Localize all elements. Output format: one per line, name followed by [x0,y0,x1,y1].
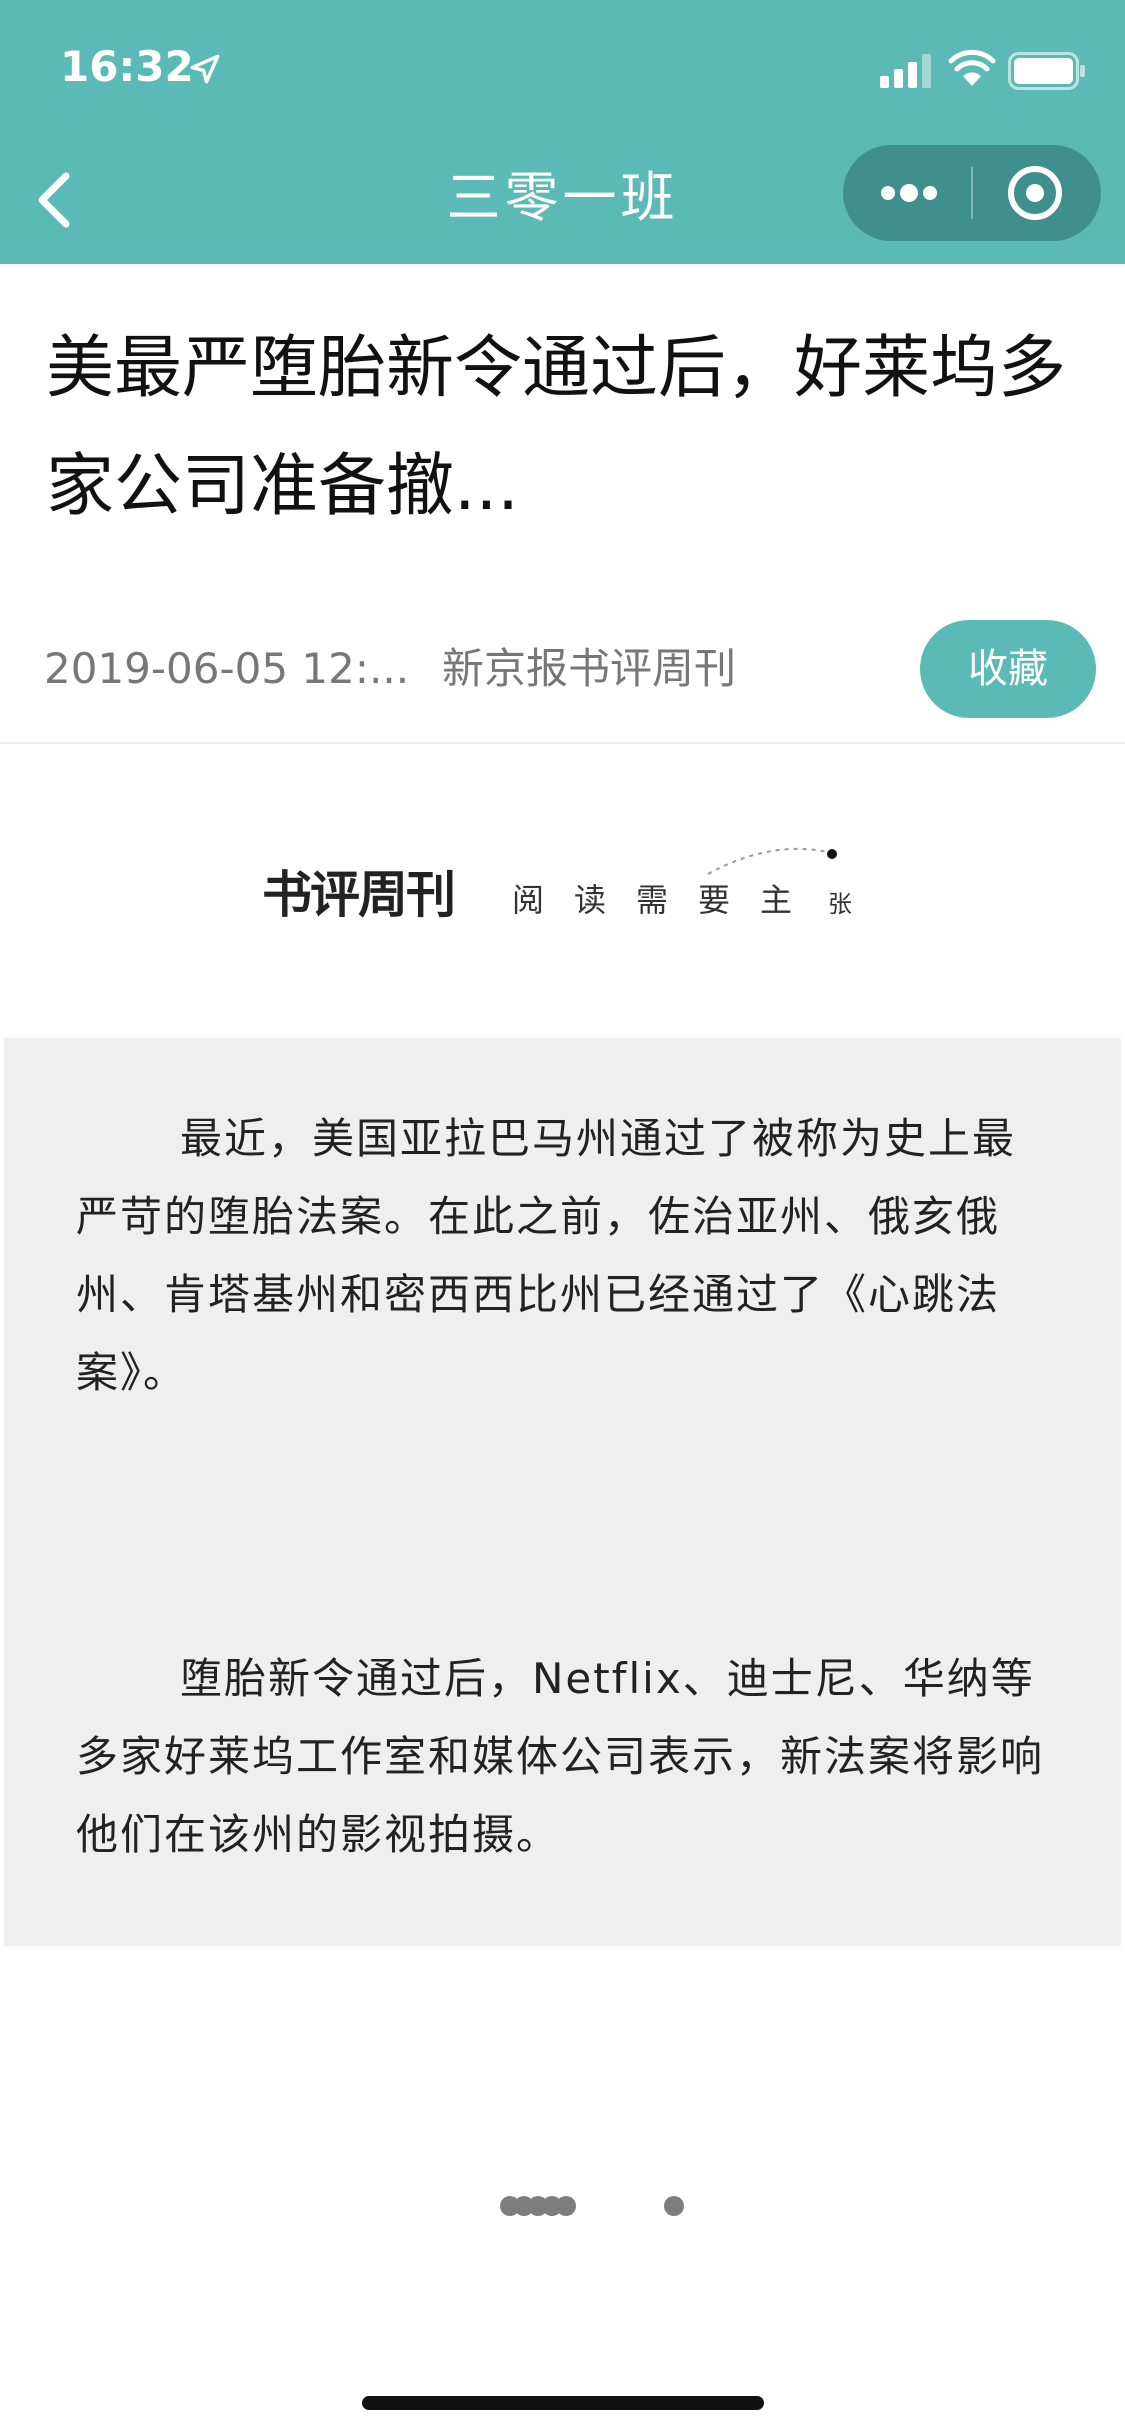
favorite-button[interactable]: 收藏 [920,620,1096,718]
battery-icon [1008,52,1085,90]
brand-slogan: 阅读需要主 [512,881,823,919]
close-mini-program-button[interactable] [973,145,1101,241]
article-source[interactable]: 新京报书评周刊 [442,640,736,698]
publish-date: 2019-06-05 12:... [44,644,410,693]
app-screen: 16:32 三零一班 美最严堕胎新令通过后，好莱坞多家公司准备撤... 2019… [0,0,1125,2436]
article-paragraph: 堕胎新令通过后，Netflix、迪士尼、华纳等多家好莱坞工作室和媒体公司表示，新… [76,1654,1045,1859]
mini-program-capsule [843,145,1101,241]
loading-dot [556,2196,576,2216]
brand-slogan-tail: 张 [828,890,852,918]
loading-dot [664,2196,684,2216]
wifi-icon [948,49,996,86]
signal-icon [880,54,931,88]
more-dots-icon [881,184,937,202]
header-divider [0,742,1125,744]
close-target-icon [1008,166,1062,220]
brand-logo: 书评周刊 [262,865,456,924]
top-bar: 16:32 三零一班 [0,0,1125,264]
location-icon [190,54,220,84]
loading-indicator [500,2192,700,2220]
home-indicator[interactable] [362,2396,764,2410]
status-time: 16:32 [60,42,194,91]
more-button[interactable] [843,145,972,241]
article-paragraph: 最近，美国亚拉巴马州通过了被称为史上最严苛的堕胎法案。在此之前，佐治亚州、俄亥俄… [76,1114,1017,1397]
article-title: 美最严堕胎新令通过后，好莱坞多家公司准备撤... [46,329,1067,526]
